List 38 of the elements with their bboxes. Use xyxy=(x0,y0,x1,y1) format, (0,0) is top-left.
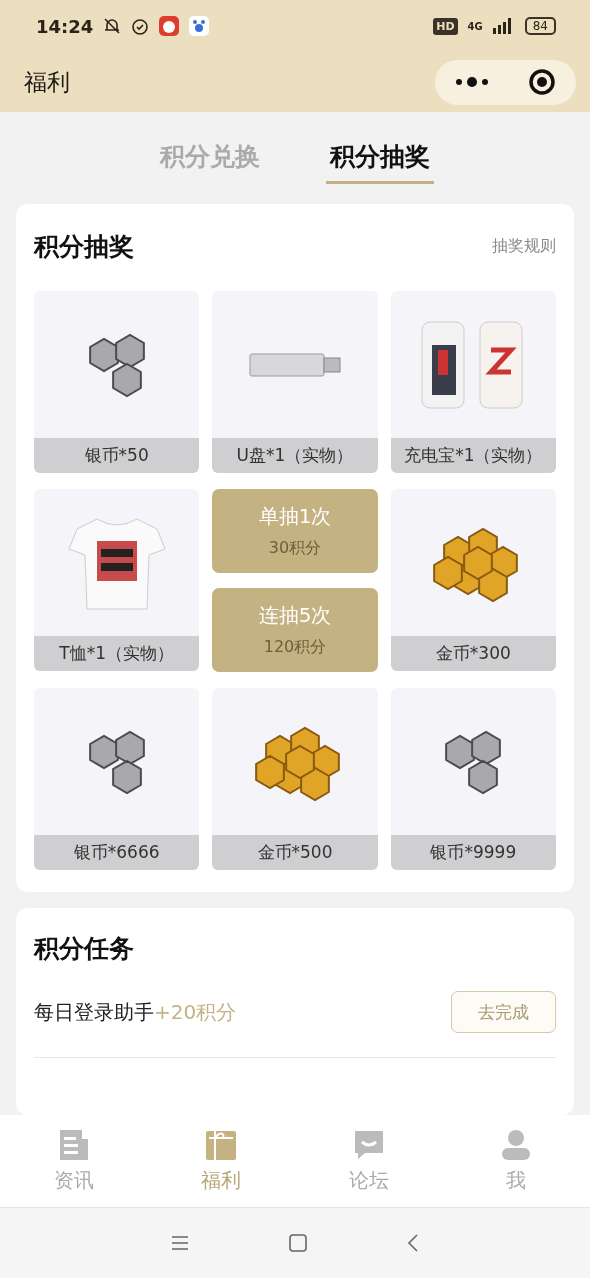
more-icon[interactable] xyxy=(454,77,489,87)
hd-badge: HD xyxy=(433,17,458,35)
prize-label: U盘*1（实物） xyxy=(212,438,378,473)
document-icon xyxy=(57,1128,90,1161)
prize-label: 金币*300 xyxy=(390,636,556,671)
status-time: 14:24 xyxy=(36,15,94,37)
gift-icon xyxy=(205,1128,238,1161)
prize-label: 金币*500 xyxy=(212,835,378,870)
nav-item[interactable]: 论坛 xyxy=(295,1115,443,1207)
app-notification-icon xyxy=(159,16,180,36)
prize-label: 银币*9999 xyxy=(390,835,556,870)
prize-label: 银币*6666 xyxy=(34,835,200,870)
draw-button[interactable]: 单抽1次 30积分 xyxy=(212,489,378,573)
menu-icon[interactable] xyxy=(171,1235,189,1251)
prize-label: 充电宝*1（实物） xyxy=(390,438,556,473)
back-icon[interactable] xyxy=(407,1233,419,1253)
task-text: 每日登录助手+20积分 xyxy=(34,998,237,1026)
nav-item[interactable]: 我 xyxy=(442,1115,590,1207)
complete-button[interactable]: 去完成 xyxy=(451,991,556,1033)
network-type: 4G xyxy=(467,20,483,32)
rules-link[interactable]: 抽奖规则 xyxy=(492,236,556,257)
person-icon xyxy=(500,1128,533,1161)
nav-item[interactable]: 福利 xyxy=(147,1115,295,1207)
prize-label: T恤*1（实物） xyxy=(34,636,200,671)
home-square-icon[interactable] xyxy=(289,1234,307,1252)
draw-button[interactable]: 连抽5次 120积分 xyxy=(212,588,378,672)
tab[interactable]: 积分兑换 xyxy=(156,140,264,184)
battery-level: 84 xyxy=(524,17,556,35)
paw-app-icon xyxy=(189,16,210,36)
tab[interactable]: 积分抽奖 xyxy=(326,140,434,184)
chat-bubble-icon xyxy=(352,1128,385,1161)
close-target-icon[interactable] xyxy=(528,68,557,96)
prize-label: 银币*50 xyxy=(34,438,200,473)
section-title: 积分抽奖 xyxy=(34,231,134,263)
bell-off-icon xyxy=(103,17,122,35)
section-title: 积分任务 xyxy=(34,934,134,963)
page-title: 福利 xyxy=(24,67,71,97)
nav-item[interactable]: 资讯 xyxy=(0,1115,148,1207)
